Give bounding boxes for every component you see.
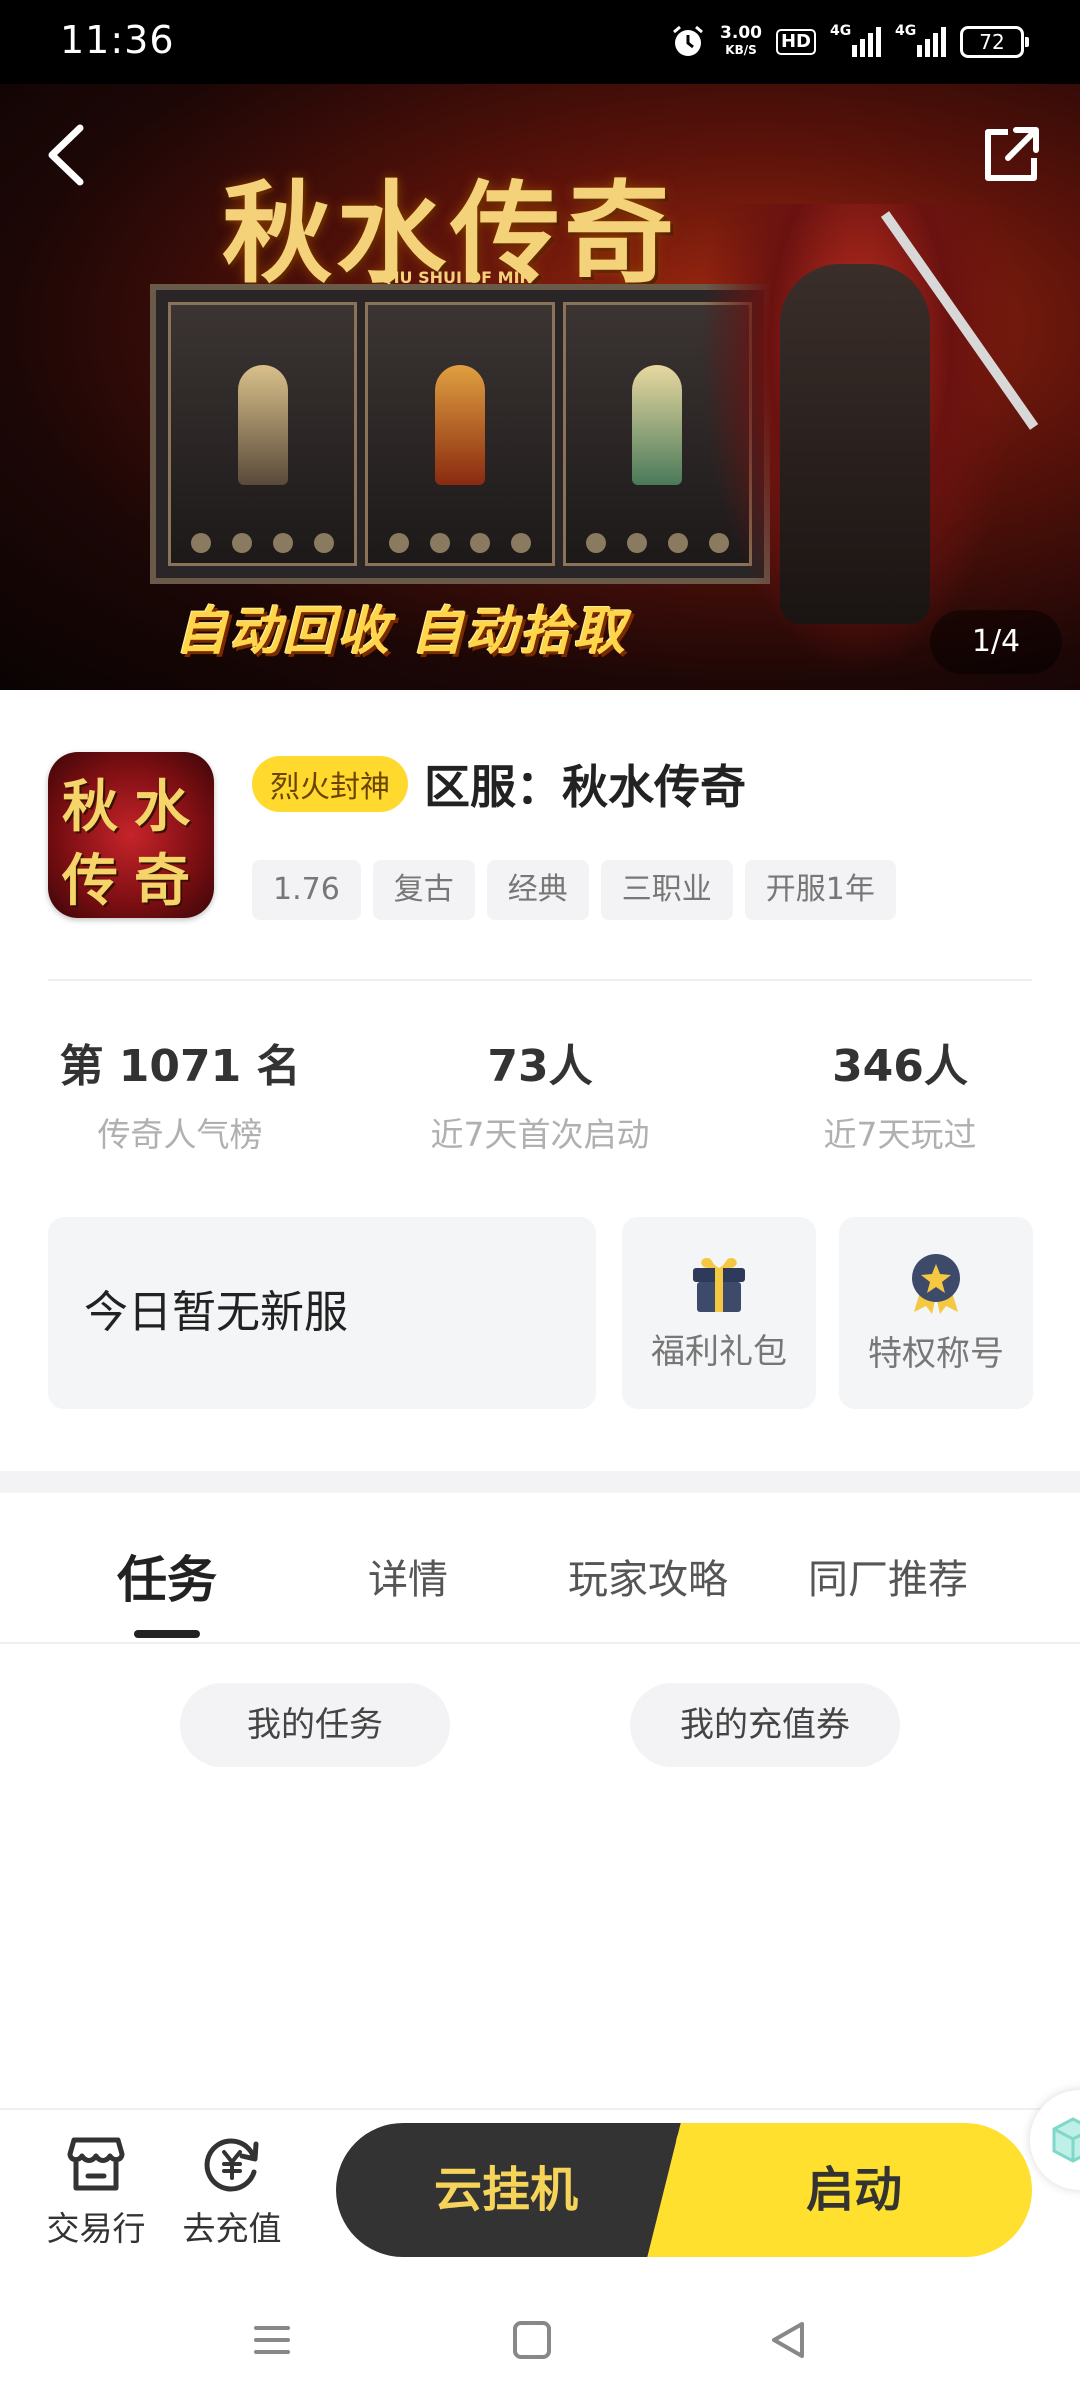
home-icon[interactable] (502, 2310, 562, 2370)
icon-char: 传 (62, 848, 118, 914)
back-triangle-icon[interactable] (760, 2310, 820, 2370)
status-bar: 11:36 3.00 KB/S HD 4G 4G 72 (0, 0, 1080, 84)
start-game-button[interactable]: 启动 (676, 2123, 1032, 2257)
cloud-idle-button[interactable]: 云挂机 (336, 2123, 676, 2257)
trade-market-button[interactable]: 交易行 (36, 2132, 156, 2250)
my-vouchers-button[interactable]: 我的充值券 (630, 1683, 900, 1767)
stat-value: 73人 (487, 1041, 593, 1092)
tab-same-studio[interactable]: 同厂推荐 (788, 1520, 988, 1640)
game-badge: 烈火封神 (252, 756, 408, 812)
icon-char: 水 (134, 774, 190, 840)
game-tag[interactable]: 复古 (372, 860, 475, 920)
stat-label: 近7天玩过 (823, 1115, 977, 1154)
game-tag[interactable]: 三职业 (600, 860, 733, 920)
new-server-text: 今日暂无新服 (84, 1287, 348, 1338)
gift-pack-card[interactable]: 福利礼包 (622, 1217, 816, 1409)
stat-value: 346人 (832, 1041, 968, 1092)
share-icon[interactable] (980, 122, 1044, 186)
signal-icon: 4G (895, 23, 946, 57)
yuan-refresh-icon (204, 2138, 259, 2192)
game-name: 区服：秋水传奇 (424, 760, 746, 814)
tab-tasks[interactable]: 任务 (97, 1520, 237, 1640)
signal-icon: 4G (830, 23, 881, 57)
gift-icon (693, 1257, 745, 1312)
game-app-icon: 秋 水 传 奇 (48, 752, 214, 918)
divider (48, 979, 1032, 981)
stat-played: 346人 近7天玩过 (750, 1030, 1050, 1156)
hd-badge: HD (775, 29, 816, 55)
stat-label: 近7天首次启动 (430, 1115, 650, 1154)
privilege-title-label: 特权称号 (868, 1333, 1004, 1374)
banner-slogan: 自动回收 自动拾取 (175, 602, 628, 662)
chevron-left-icon[interactable] (40, 120, 100, 190)
gift-pack-label: 福利礼包 (651, 1331, 787, 1372)
game-name-row: 烈火封神 区服：秋水传奇 (252, 754, 746, 814)
battery-indicator: 72 (960, 26, 1029, 58)
stat-value: 第 1071 名 (59, 1041, 301, 1092)
icon-char: 奇 (134, 848, 190, 914)
icon-char: 秋 (62, 774, 118, 840)
banner-character-panels (150, 284, 770, 584)
game-tag[interactable]: 开服1年 (744, 860, 896, 920)
shop-icon (67, 2137, 125, 2191)
stat-label: 传奇人气榜 (97, 1115, 263, 1154)
stat-first-launch: 73人 近7天首次启动 (390, 1030, 690, 1156)
warrior-figure (780, 264, 930, 624)
trade-market-label: 交易行 (46, 2209, 146, 2248)
recharge-button[interactable]: 去充值 (172, 2132, 292, 2250)
recharge-label: 去充值 (182, 2209, 282, 2248)
tab-player-guides[interactable]: 玩家攻略 (548, 1520, 748, 1640)
stat-popularity-rank[interactable]: 第 1071 名 传奇人气榜 (30, 1030, 330, 1156)
game-banner-carousel[interactable]: 秋水传奇 QIU SHUI OF MIR 自动回收 自动拾取 1/4 (0, 84, 1080, 690)
tabs-divider (0, 1642, 1080, 1644)
menu-icon[interactable] (242, 2310, 302, 2370)
alarm-icon (673, 25, 703, 56)
cube-icon (1052, 2117, 1080, 2163)
carousel-counter: 1/4 (930, 610, 1062, 674)
status-icons: 3.00 KB/S HD 4G 4G 72 (670, 20, 1029, 64)
medal-icon (912, 1253, 960, 1314)
tab-active-indicator (134, 1630, 200, 1638)
game-tags: 1.76 复古 经典 三职业 开服1年 (252, 860, 896, 920)
game-tag[interactable]: 经典 (486, 860, 589, 920)
status-time: 11:36 (60, 18, 175, 62)
detail-tabs: 任务 详情 玩家攻略 同厂推荐 (0, 1520, 1080, 1640)
new-server-card[interactable]: 今日暂无新服 (48, 1217, 596, 1409)
privilege-title-card[interactable]: 特权称号 (839, 1217, 1033, 1409)
game-tag[interactable]: 1.76 (252, 860, 361, 920)
section-divider (0, 1471, 1080, 1493)
my-tasks-button[interactable]: 我的任务 (180, 1683, 450, 1767)
character-panel (168, 302, 358, 566)
character-panel (365, 302, 555, 566)
net-speed: 3.00 KB/S (720, 23, 762, 58)
tab-details[interactable]: 详情 (338, 1520, 478, 1640)
